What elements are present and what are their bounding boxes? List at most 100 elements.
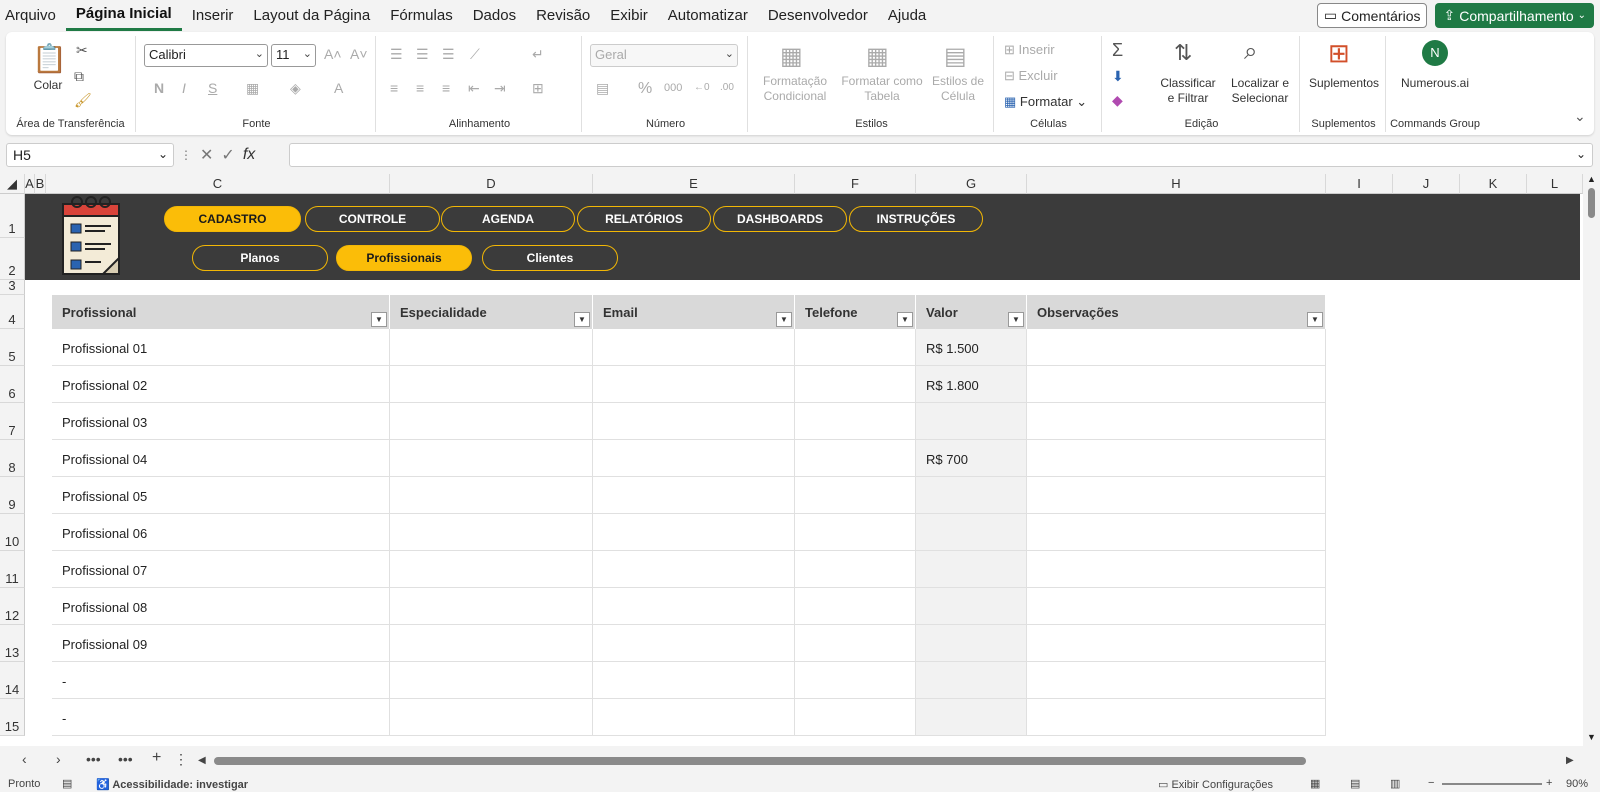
menu-tab[interactable]: Dados <box>463 0 526 31</box>
vertical-scrollbar[interactable]: ▲ ▼ <box>1583 174 1600 746</box>
table-cell[interactable] <box>795 625 916 662</box>
table-cell[interactable] <box>390 514 593 551</box>
table-cell[interactable] <box>795 403 916 440</box>
column-header[interactable]: H <box>1027 174 1326 194</box>
next-sheet-icon[interactable]: › <box>56 751 61 767</box>
table-cell[interactable] <box>593 514 795 551</box>
table-cell[interactable] <box>390 329 593 366</box>
table-cell[interactable]: R$ 1.500 <box>916 329 1027 366</box>
vertical-scroll-thumb[interactable] <box>1588 188 1595 218</box>
cell-styles-label[interactable]: Estilos de Célula <box>926 74 990 104</box>
prev-sheet-icon[interactable]: ‹ <box>22 751 27 767</box>
currency-icon[interactable]: ▤ <box>596 80 609 97</box>
table-cell[interactable] <box>390 699 593 736</box>
row-header[interactable]: 7 <box>0 403 25 440</box>
nav-main-tab[interactable]: DASHBOARDS <box>713 206 847 232</box>
delete-cells-button[interactable]: ⊟ Excluir <box>1004 68 1058 83</box>
menu-tab[interactable]: Exibir <box>600 0 658 31</box>
more-sheets-right-icon[interactable]: ••• <box>118 751 133 767</box>
sort-filter-label[interactable]: Classificar e Filtrar <box>1156 76 1220 106</box>
table-cell[interactable]: - <box>52 699 390 736</box>
table-cell[interactable] <box>390 440 593 477</box>
column-header[interactable]: K <box>1460 174 1527 194</box>
table-cell[interactable] <box>390 662 593 699</box>
table-cell[interactable] <box>1027 625 1326 662</box>
table-cell[interactable] <box>593 662 795 699</box>
filter-dropdown-icon[interactable]: ▼ <box>371 312 387 327</box>
table-cell[interactable] <box>1027 403 1326 440</box>
menu-tab[interactable]: Ajuda <box>878 0 936 31</box>
addins-label[interactable]: Suplementos <box>1302 76 1386 91</box>
page-break-view-icon[interactable]: ▥ <box>1390 777 1400 790</box>
cut-icon[interactable]: ✂ <box>76 42 88 59</box>
table-cell[interactable] <box>1027 329 1326 366</box>
table-cell[interactable]: Profissional 01 <box>52 329 390 366</box>
row-header[interactable]: 5 <box>0 329 25 366</box>
align-top-icon[interactable]: ☰ <box>390 46 403 63</box>
table-cell[interactable] <box>593 625 795 662</box>
table-cell[interactable] <box>916 477 1027 514</box>
table-cell[interactable] <box>916 625 1027 662</box>
row-header[interactable]: 3 <box>0 278 25 295</box>
nav-main-tab[interactable]: CADASTRO <box>164 206 301 232</box>
sheet-options-icon[interactable]: ⋮ <box>174 751 188 768</box>
table-cell[interactable] <box>1027 514 1326 551</box>
table-cell[interactable] <box>1027 588 1326 625</box>
decrease-indent-icon[interactable]: ⇤ <box>468 80 480 97</box>
table-cell[interactable] <box>1027 662 1326 699</box>
table-cell[interactable] <box>390 551 593 588</box>
comments-button[interactable]: ▭ Comentários <box>1316 3 1428 28</box>
conditional-formatting-icon[interactable]: ▦ <box>780 42 803 71</box>
select-all-corner[interactable]: ◢ <box>0 174 25 194</box>
column-header[interactable]: A <box>25 174 35 194</box>
copy-icon[interactable]: ⧉ <box>74 68 84 85</box>
table-cell[interactable] <box>1027 477 1326 514</box>
align-right-icon[interactable]: ≡ <box>442 80 450 96</box>
clear-icon[interactable]: ◆ <box>1112 92 1123 109</box>
zoom-in-icon[interactable]: + <box>1546 777 1552 789</box>
table-cell[interactable] <box>795 588 916 625</box>
font-name-select[interactable]: Calibri ⌄ <box>144 44 268 67</box>
table-cell[interactable] <box>795 329 916 366</box>
column-header[interactable]: J <box>1393 174 1460 194</box>
thousands-icon[interactable]: 000 <box>664 82 682 94</box>
wrap-text-icon[interactable]: ↵ <box>532 46 544 63</box>
align-middle-icon[interactable]: ☰ <box>416 46 429 63</box>
table-cell[interactable] <box>795 514 916 551</box>
row-header[interactable]: 8 <box>0 440 25 477</box>
row-header[interactable]: 2 <box>0 238 25 280</box>
display-settings[interactable]: ▭ Exibir Configurações <box>1158 778 1273 791</box>
table-cell[interactable] <box>593 366 795 403</box>
menu-tab[interactable]: Fórmulas <box>380 0 463 31</box>
increase-decimal-icon[interactable]: ←0 <box>694 82 710 93</box>
row-header[interactable]: 4 <box>0 295 25 329</box>
nav-main-tab[interactable]: RELATÓRIOS <box>577 206 711 232</box>
cell-styles-icon[interactable]: ▤ <box>944 42 967 71</box>
number-format-select[interactable]: Geral ⌄ <box>590 44 738 67</box>
table-cell[interactable] <box>593 403 795 440</box>
zoom-slider[interactable] <box>1442 783 1542 785</box>
menu-tab[interactable]: Desenvolvedor <box>758 0 878 31</box>
table-cell[interactable] <box>1027 366 1326 403</box>
insert-function-icon[interactable]: fx <box>243 146 255 164</box>
row-header[interactable]: 13 <box>0 625 25 662</box>
table-cell[interactable] <box>390 366 593 403</box>
column-header[interactable]: L <box>1527 174 1583 194</box>
numerous-ai-icon[interactable]: N <box>1422 40 1448 66</box>
table-cell[interactable] <box>593 699 795 736</box>
column-header[interactable]: G <box>916 174 1027 194</box>
horizontal-scrollbar[interactable] <box>210 756 1540 766</box>
filter-dropdown-icon[interactable]: ▼ <box>574 312 590 327</box>
decrease-font-icon[interactable]: A˅ <box>350 46 368 62</box>
table-cell[interactable] <box>795 366 916 403</box>
table-cell[interactable]: Profissional 05 <box>52 477 390 514</box>
menu-tab[interactable]: Inserir <box>182 0 244 31</box>
menu-tab[interactable]: Arquivo <box>0 0 66 31</box>
italic-icon[interactable]: I <box>182 80 186 96</box>
table-cell[interactable] <box>390 477 593 514</box>
align-left-icon[interactable]: ≡ <box>390 80 398 96</box>
more-sheets-left-icon[interactable]: ••• <box>86 751 101 767</box>
paste-label[interactable]: Colar <box>28 78 68 93</box>
collapse-ribbon-icon[interactable]: ⌄ <box>1574 108 1586 125</box>
row-header[interactable]: 15 <box>0 699 25 736</box>
